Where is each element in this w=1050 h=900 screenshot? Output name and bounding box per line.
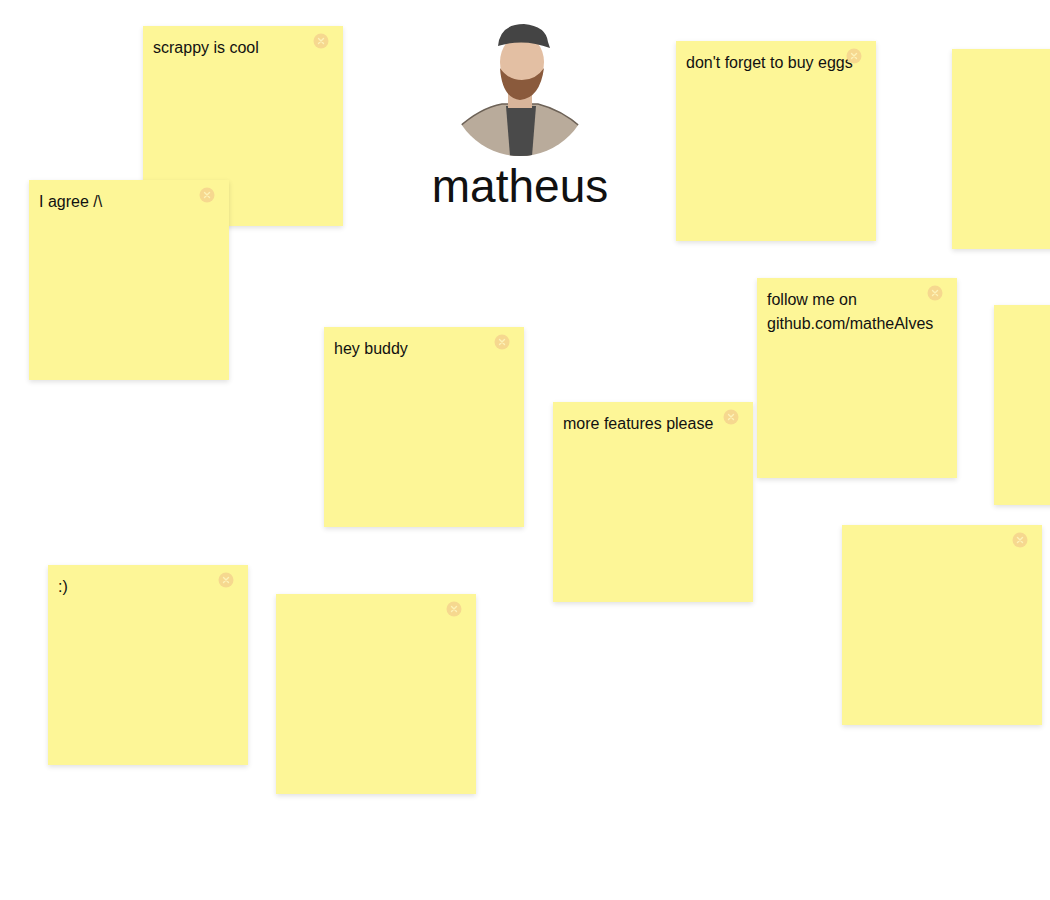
close-icon[interactable] xyxy=(1012,532,1028,548)
note-text[interactable]: follow me on github.com/matheAlves xyxy=(767,288,947,336)
sticky-note[interactable] xyxy=(952,49,1050,249)
sticky-note[interactable]: follow me on github.com/matheAlves xyxy=(757,278,957,478)
note-text[interactable]: more features please xyxy=(563,412,743,436)
profile: matheus xyxy=(400,16,640,212)
note-text[interactable]: :) xyxy=(58,575,238,599)
close-icon[interactable] xyxy=(218,572,234,588)
close-icon[interactable] xyxy=(494,334,510,350)
note-text[interactable]: scrappy is cool xyxy=(153,36,333,60)
close-icon[interactable] xyxy=(723,409,739,425)
sticky-note[interactable]: I agree /\ xyxy=(29,180,229,380)
close-icon[interactable] xyxy=(199,187,215,203)
sticky-note[interactable]: more features please xyxy=(553,402,753,602)
sticky-note[interactable]: :) xyxy=(48,565,248,765)
close-icon[interactable] xyxy=(846,48,862,64)
close-icon[interactable] xyxy=(446,601,462,617)
note-text[interactable]: I agree /\ xyxy=(39,190,219,214)
sticky-note[interactable]: hey buddy xyxy=(324,327,524,527)
note-text[interactable]: hey buddy xyxy=(334,337,514,361)
sticky-note[interactable]: don't forget to buy eggs xyxy=(676,41,876,241)
avatar-icon xyxy=(450,16,590,156)
sticky-note[interactable] xyxy=(276,594,476,794)
close-icon[interactable] xyxy=(313,33,329,49)
note-text[interactable]: don't forget to buy eggs xyxy=(686,51,866,75)
sticky-note[interactable] xyxy=(994,305,1050,505)
sticky-note[interactable] xyxy=(842,525,1042,725)
profile-name: matheus xyxy=(432,160,608,212)
close-icon[interactable] xyxy=(927,285,943,301)
